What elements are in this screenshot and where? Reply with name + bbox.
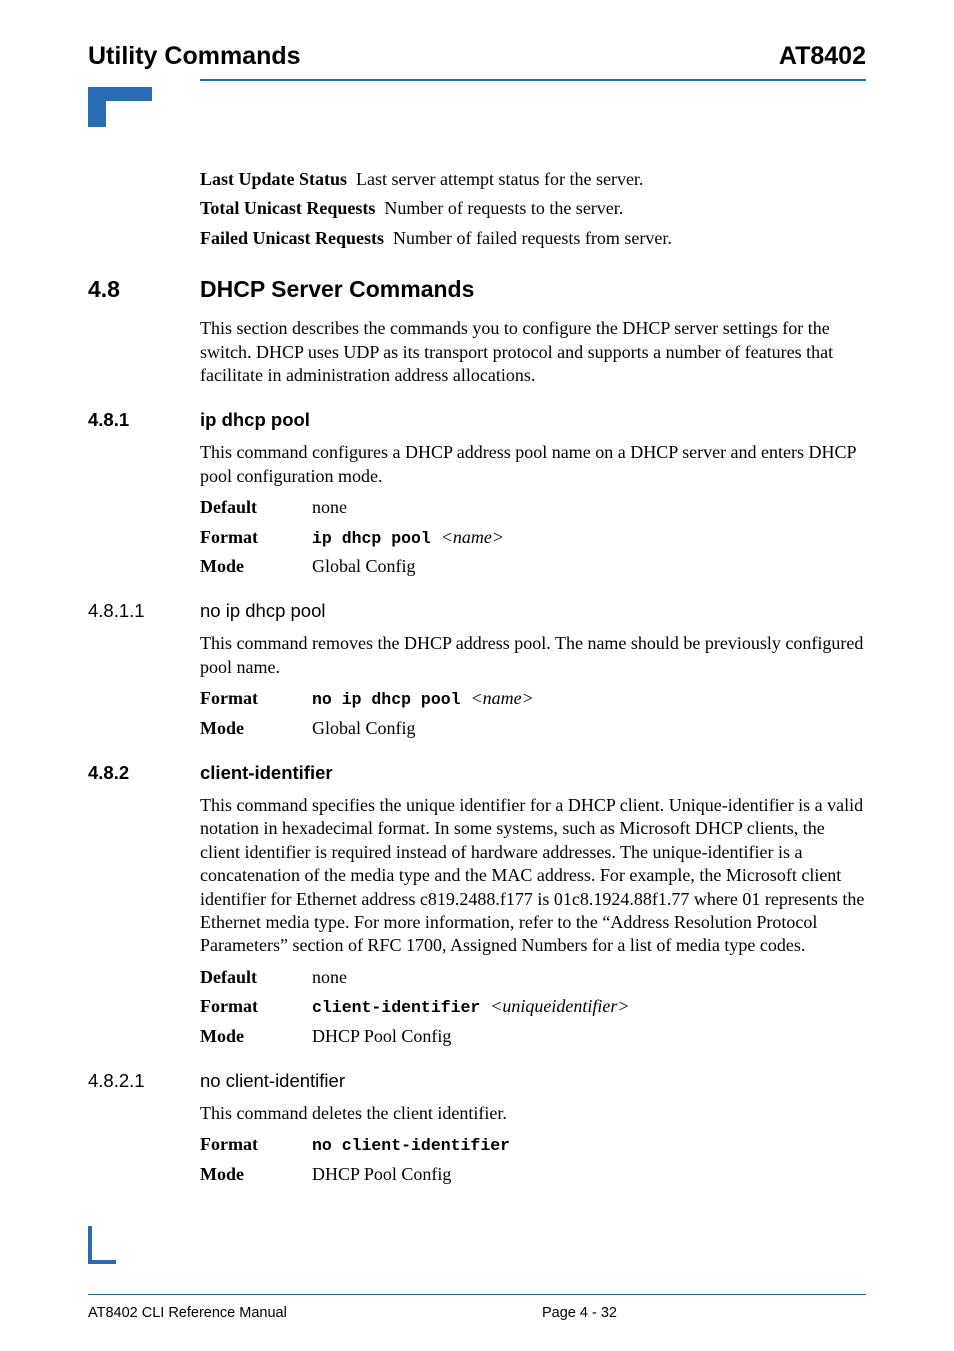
section-number: 4.8.2 <box>88 762 200 784</box>
cmd-text: client-identifier <box>312 998 490 1017</box>
def-total-unicast: Total Unicast Requests Number of request… <box>200 197 866 220</box>
kv-key: Format <box>200 1133 312 1156</box>
def-failed-unicast: Failed Unicast Requests Number of failed… <box>200 227 866 250</box>
kv-key: Default <box>200 966 312 989</box>
kv-val: DHCP Pool Config <box>312 1163 866 1186</box>
kv-key: Format <box>200 687 312 710</box>
section-4-8-2-intro: This command specifies the unique identi… <box>200 794 866 958</box>
row-format: Format ip dhcp pool <name> <box>200 526 866 549</box>
kv-key: Mode <box>200 1025 312 1048</box>
cmd-arg: <name> <box>441 527 504 547</box>
kv-val: DHCP Pool Config <box>312 1025 866 1048</box>
row-default: Default none <box>200 966 866 989</box>
corner-mark-icon <box>88 1226 116 1269</box>
kv-val: Global Config <box>312 717 866 740</box>
section-4-8-2-1-intro: This command deletes the client identifi… <box>200 1102 866 1125</box>
section-number: 4.8.1.1 <box>88 600 200 622</box>
kv-val: none <box>312 966 866 989</box>
row-format: Format no client-identifier <box>200 1133 866 1156</box>
row-mode: Mode Global Config <box>200 555 866 578</box>
kv-val: client-identifier <uniqueidentifier> <box>312 995 866 1018</box>
row-mode: Mode Global Config <box>200 717 866 740</box>
def-last-update: Last Update Status Last server attempt s… <box>200 168 866 191</box>
kv-key: Format <box>200 995 312 1018</box>
page-header: Utility Commands AT8402 <box>88 42 866 71</box>
section-4-8-intro: This section describes the commands you … <box>200 317 866 387</box>
section-4-8-2-1-heading: 4.8.2.1 no client-identifier <box>88 1070 866 1092</box>
cmd-spec-table: Format no client-identifier Mode DHCP Po… <box>200 1133 866 1186</box>
kv-val: ip dhcp pool <name> <box>312 526 866 549</box>
kv-key: Mode <box>200 555 312 578</box>
section-4-8-1-intro: This command configures a DHCP address p… <box>200 441 866 488</box>
brand-logo-icon <box>88 87 866 140</box>
kv-key: Mode <box>200 1163 312 1186</box>
def-desc: Number of requests to the server. <box>384 198 623 218</box>
kv-key: Default <box>200 496 312 519</box>
cmd-arg: <uniqueidentifier> <box>490 996 629 1016</box>
section-number: 4.8 <box>88 276 200 303</box>
footer-page: Page 4 - 32 <box>412 1305 866 1321</box>
section-title: client-identifier <box>200 762 333 784</box>
row-format: Format no ip dhcp pool <name> <box>200 687 866 710</box>
header-left: Utility Commands <box>88 42 301 71</box>
cmd-arg: <name> <box>470 688 533 708</box>
kv-val: Global Config <box>312 555 866 578</box>
cmd-spec-table: Format no ip dhcp pool <name> Mode Globa… <box>200 687 866 740</box>
footer-left: AT8402 CLI Reference Manual <box>88 1305 412 1321</box>
kv-key: Format <box>200 526 312 549</box>
kv-key: Mode <box>200 717 312 740</box>
header-right: AT8402 <box>779 42 866 71</box>
section-4-8-1-heading: 4.8.1 ip dhcp pool <box>88 409 866 431</box>
page-footer: AT8402 CLI Reference Manual Page 4 - 32 <box>88 1305 866 1321</box>
row-format: Format client-identifier <uniqueidentifi… <box>200 995 866 1018</box>
section-4-8-1-1-heading: 4.8.1.1 no ip dhcp pool <box>88 600 866 622</box>
def-desc: Last server attempt status for the serve… <box>356 169 643 189</box>
section-4-8-1-1-intro: This command removes the DHCP address po… <box>200 632 866 679</box>
def-term: Failed Unicast Requests <box>200 228 384 248</box>
cmd-spec-table: Default none Format ip dhcp pool <name> … <box>200 496 866 578</box>
row-mode: Mode DHCP Pool Config <box>200 1163 866 1186</box>
section-4-8-heading: 4.8 DHCP Server Commands <box>88 276 866 303</box>
cmd-spec-table: Default none Format client-identifier <u… <box>200 966 866 1048</box>
section-4-8-2-heading: 4.8.2 client-identifier <box>88 762 866 784</box>
kv-val: no ip dhcp pool <name> <box>312 687 866 710</box>
section-title: ip dhcp pool <box>200 409 310 431</box>
def-term: Last Update Status <box>200 169 347 189</box>
header-rule <box>200 79 866 81</box>
def-term: Total Unicast Requests <box>200 198 375 218</box>
kv-val: none <box>312 496 866 519</box>
row-default: Default none <box>200 496 866 519</box>
section-title: no client-identifier <box>200 1070 345 1092</box>
section-title: no ip dhcp pool <box>200 600 326 622</box>
section-number: 4.8.2.1 <box>88 1070 200 1092</box>
section-title: DHCP Server Commands <box>200 276 474 303</box>
footer-rule <box>88 1294 866 1295</box>
kv-val: no client-identifier <box>312 1133 866 1156</box>
cmd-text: ip dhcp pool <box>312 529 441 548</box>
cmd-text: no client-identifier <box>312 1136 510 1155</box>
cmd-text: no ip dhcp pool <box>312 690 470 709</box>
section-number: 4.8.1 <box>88 409 200 431</box>
def-desc: Number of failed requests from server. <box>393 228 672 248</box>
row-mode: Mode DHCP Pool Config <box>200 1025 866 1048</box>
